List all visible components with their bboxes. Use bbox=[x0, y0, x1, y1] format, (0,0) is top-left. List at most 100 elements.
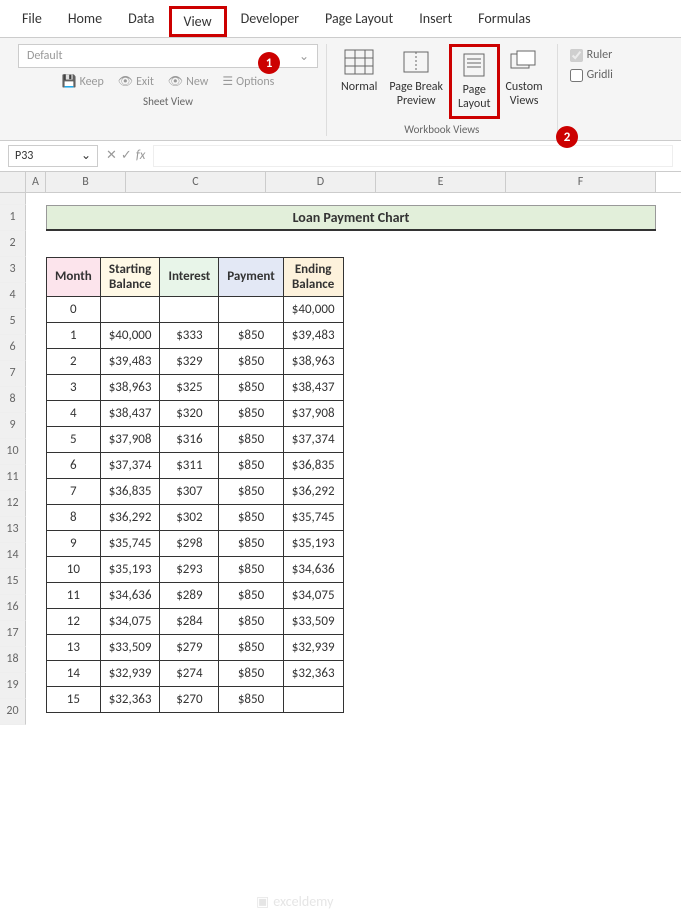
cell[interactable]: $270 bbox=[160, 686, 219, 712]
exit-button[interactable]: 👁Exit bbox=[114, 72, 158, 91]
cell[interactable]: $35,193 bbox=[283, 530, 343, 556]
row-header[interactable]: 20 bbox=[0, 699, 26, 725]
row-header[interactable]: 17 bbox=[0, 621, 26, 647]
cell[interactable]: $289 bbox=[160, 582, 219, 608]
col-header-a[interactable]: A bbox=[26, 172, 46, 192]
tab-data[interactable]: Data bbox=[116, 6, 166, 37]
cell[interactable]: $850 bbox=[219, 556, 284, 582]
cell[interactable]: $850 bbox=[219, 660, 284, 686]
fx-icon[interactable]: fx bbox=[136, 148, 146, 163]
cell[interactable]: 2 bbox=[47, 348, 101, 374]
tab-formulas[interactable]: Formulas bbox=[466, 6, 542, 37]
cell[interactable]: $37,374 bbox=[100, 452, 160, 478]
cell[interactable]: $32,939 bbox=[100, 660, 160, 686]
cell[interactable]: $279 bbox=[160, 634, 219, 660]
options-button[interactable]: ☰Options bbox=[218, 72, 278, 91]
row-header[interactable]: 1 bbox=[0, 205, 26, 231]
cell[interactable]: $298 bbox=[160, 530, 219, 556]
normal-view-button[interactable]: Normal bbox=[335, 44, 383, 119]
cell[interactable]: $850 bbox=[219, 686, 284, 712]
gridlines-checkbox[interactable]: Gridli bbox=[570, 68, 613, 82]
col-header-e[interactable]: E bbox=[376, 172, 506, 192]
cell[interactable]: $850 bbox=[219, 348, 284, 374]
cell[interactable]: $284 bbox=[160, 608, 219, 634]
row-header[interactable]: 2 bbox=[0, 231, 26, 257]
cell[interactable]: $311 bbox=[160, 452, 219, 478]
row-header[interactable]: 8 bbox=[0, 387, 26, 413]
cell[interactable]: $37,374 bbox=[283, 426, 343, 452]
row-header[interactable]: 15 bbox=[0, 569, 26, 595]
tab-insert[interactable]: Insert bbox=[407, 6, 464, 37]
custom-views-button[interactable]: Custom Views bbox=[500, 44, 549, 119]
row-header[interactable]: 18 bbox=[0, 647, 26, 673]
cell[interactable]: $850 bbox=[219, 322, 284, 348]
cell[interactable]: 14 bbox=[47, 660, 101, 686]
cell[interactable]: $33,509 bbox=[100, 634, 160, 660]
cell[interactable]: $316 bbox=[160, 426, 219, 452]
row-header[interactable]: 3 bbox=[0, 257, 26, 283]
cell[interactable]: $35,745 bbox=[100, 530, 160, 556]
table-row[interactable]: 0 $40,000 bbox=[47, 296, 344, 322]
cell[interactable]: $38,963 bbox=[283, 348, 343, 374]
cell[interactable]: 10 bbox=[47, 556, 101, 582]
cell[interactable]: $32,363 bbox=[100, 686, 160, 712]
table-row[interactable]: 5$37,908$316$850$37,374 bbox=[47, 426, 344, 452]
cell[interactable]: 13 bbox=[47, 634, 101, 660]
row-header[interactable]: 10 bbox=[0, 439, 26, 465]
cell[interactable]: $850 bbox=[219, 478, 284, 504]
cell[interactable] bbox=[160, 296, 219, 322]
table-row[interactable]: 13$33,509$279$850$32,939 bbox=[47, 634, 344, 660]
tab-home[interactable]: Home bbox=[56, 6, 114, 37]
cell[interactable]: $329 bbox=[160, 348, 219, 374]
cell[interactable]: 1 bbox=[47, 322, 101, 348]
cell[interactable]: 8 bbox=[47, 504, 101, 530]
cell[interactable]: 15 bbox=[47, 686, 101, 712]
col-header-b[interactable]: B bbox=[46, 172, 126, 192]
table-row[interactable]: 9$35,745$298$850$35,193 bbox=[47, 530, 344, 556]
table-row[interactable]: 4$38,437$320$850$37,908 bbox=[47, 400, 344, 426]
cell[interactable]: $850 bbox=[219, 634, 284, 660]
cell[interactable]: $850 bbox=[219, 504, 284, 530]
cell[interactable]: $36,835 bbox=[283, 452, 343, 478]
cell[interactable]: 7 bbox=[47, 478, 101, 504]
cell[interactable]: $850 bbox=[219, 530, 284, 556]
cell[interactable]: $320 bbox=[160, 400, 219, 426]
table-row[interactable]: 11$34,636$289$850$34,075 bbox=[47, 582, 344, 608]
cell[interactable] bbox=[100, 296, 160, 322]
cell[interactable]: $333 bbox=[160, 322, 219, 348]
enter-icon[interactable]: ✓ bbox=[121, 148, 132, 163]
cell[interactable]: $36,292 bbox=[283, 478, 343, 504]
tab-page-layout[interactable]: Page Layout bbox=[313, 6, 405, 37]
cell[interactable]: $850 bbox=[219, 426, 284, 452]
cell[interactable]: 5 bbox=[47, 426, 101, 452]
cell[interactable]: $32,363 bbox=[283, 660, 343, 686]
cell[interactable]: $34,075 bbox=[100, 608, 160, 634]
col-header-d[interactable]: D bbox=[266, 172, 376, 192]
cell[interactable]: $302 bbox=[160, 504, 219, 530]
cell[interactable]: $38,437 bbox=[283, 374, 343, 400]
table-row[interactable]: 14$32,939$274$850$32,363 bbox=[47, 660, 344, 686]
row-header[interactable]: 5 bbox=[0, 309, 26, 335]
table-row[interactable]: 12$34,075$284$850$33,509 bbox=[47, 608, 344, 634]
cell[interactable]: $37,908 bbox=[100, 426, 160, 452]
tab-file[interactable]: File bbox=[10, 6, 54, 37]
row-header[interactable]: 13 bbox=[0, 517, 26, 543]
select-all-corner[interactable] bbox=[0, 172, 26, 192]
cell[interactable]: $850 bbox=[219, 400, 284, 426]
table-row[interactable]: 6$37,374$311$850$36,835 bbox=[47, 452, 344, 478]
cell[interactable]: $36,292 bbox=[100, 504, 160, 530]
cell[interactable]: $39,483 bbox=[100, 348, 160, 374]
cell[interactable]: $850 bbox=[219, 582, 284, 608]
table-row[interactable]: 10$35,193$293$850$34,636 bbox=[47, 556, 344, 582]
cell[interactable]: 0 bbox=[47, 296, 101, 322]
cell[interactable]: $850 bbox=[219, 374, 284, 400]
table-row[interactable]: 1$40,000$333$850$39,483 bbox=[47, 322, 344, 348]
cell[interactable]: $37,908 bbox=[283, 400, 343, 426]
cell[interactable]: $40,000 bbox=[283, 296, 343, 322]
row-header[interactable]: 4 bbox=[0, 283, 26, 309]
row-header[interactable]: 14 bbox=[0, 543, 26, 569]
cell[interactable]: $38,963 bbox=[100, 374, 160, 400]
cell[interactable]: 12 bbox=[47, 608, 101, 634]
table-row[interactable]: 2$39,483$329$850$38,963 bbox=[47, 348, 344, 374]
row-header[interactable]: 7 bbox=[0, 361, 26, 387]
